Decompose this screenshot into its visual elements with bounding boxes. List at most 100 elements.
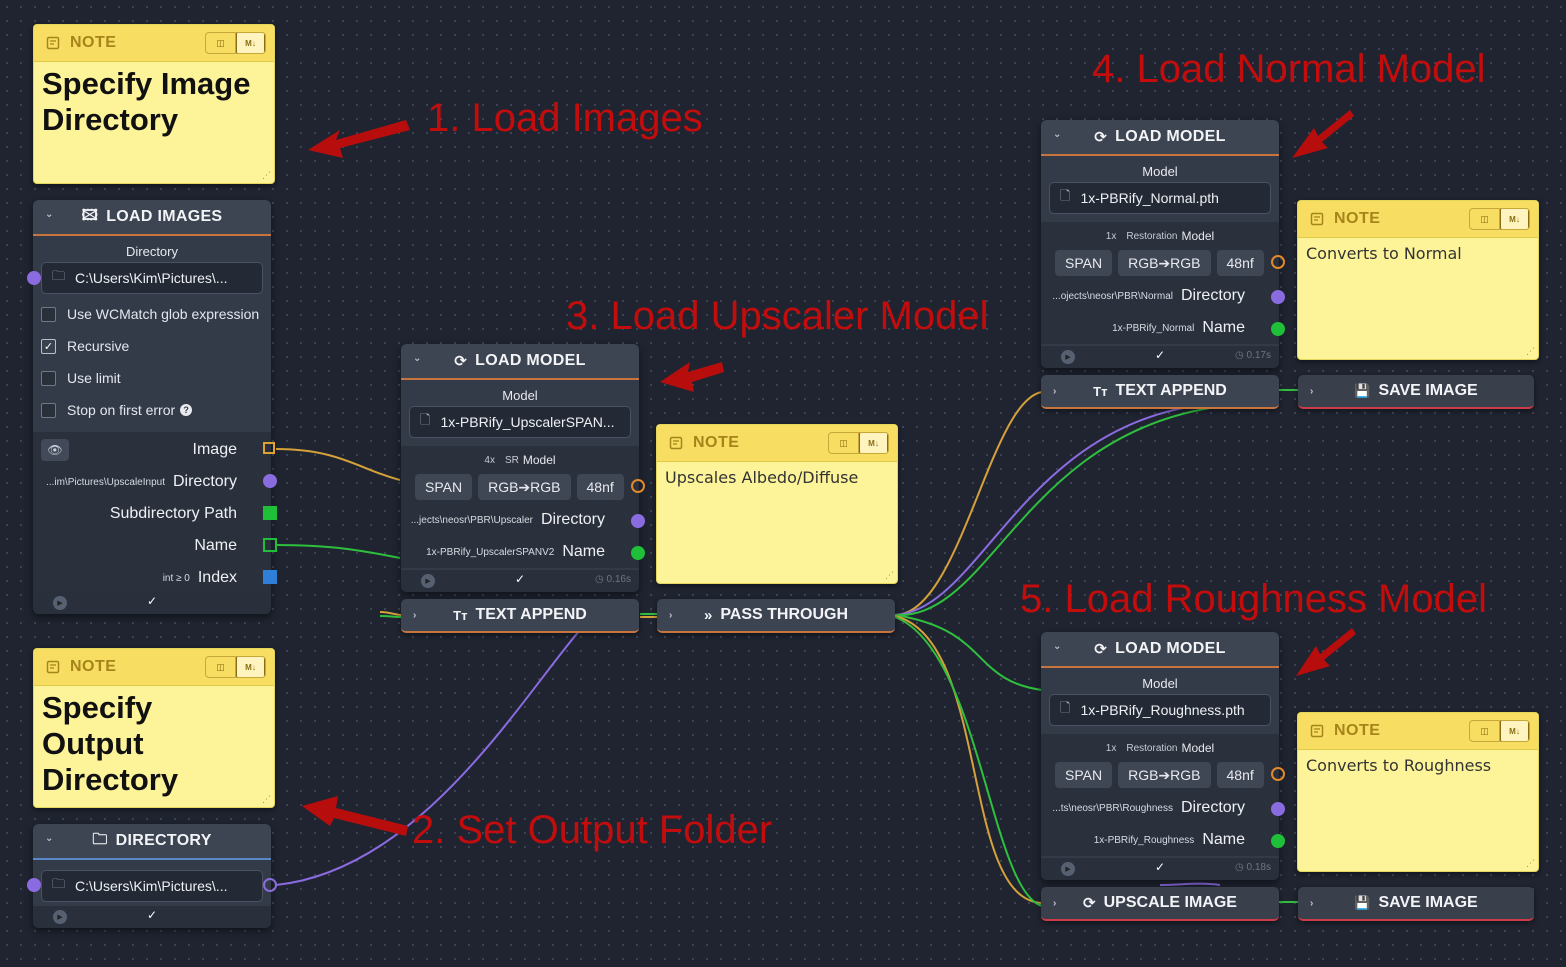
node-header[interactable]: ⌄ 🗀 DIRECTORY (33, 824, 271, 860)
port-model[interactable] (1271, 767, 1285, 781)
model-label: Model (502, 388, 538, 403)
note-normal[interactable]: NOTE ◫ M↓ Converts to Normal ⋰ (1297, 200, 1539, 360)
chip-arch: SPAN (1055, 250, 1113, 276)
load-model-roughness-node[interactable]: ⌄ ⟳ LOAD MODEL Model 🗋 1x-PBRify_Roughne… (1041, 632, 1279, 880)
play-icon[interactable]: ▶ (421, 574, 435, 588)
save-image-node-2[interactable]: › 💾 SAVE IMAGE (1298, 887, 1534, 921)
note-output-directory[interactable]: NOTE ◫ M↓ Specify Output Directory ⋰ (33, 648, 275, 808)
markdown-icon[interactable]: M↓ (1499, 721, 1529, 741)
node-header[interactable]: ⌄ ⟳ LOAD MODEL (1041, 632, 1279, 668)
port-directory-input[interactable] (27, 271, 41, 285)
expand-chevron-icon[interactable]: › (1310, 386, 1313, 397)
play-icon[interactable]: ▶ (53, 596, 67, 610)
expand-chevron-icon[interactable]: › (413, 610, 416, 621)
play-icon[interactable]: ▶ (53, 910, 67, 924)
collapse-chevron-icon[interactable]: ⌄ (45, 209, 54, 220)
note-view-toggle[interactable]: ◫ M↓ (205, 32, 266, 54)
note-image-directory[interactable]: NOTE ◫ M↓ Specify Image Directory ⋰ (33, 24, 275, 184)
port-name[interactable] (1271, 322, 1285, 336)
option-use-limit[interactable]: Use limit (33, 362, 271, 394)
upscale-image-node[interactable]: › ⟳ UPSCALE IMAGE (1041, 887, 1279, 921)
directory-input[interactable]: 🗀 C:\Users\Kim\Pictures\... (41, 870, 263, 902)
resize-handle-icon[interactable]: ⋰ (262, 170, 271, 181)
port-directory-in[interactable] (27, 878, 41, 892)
text-append-node-2[interactable]: › Tт TEXT APPEND (1041, 375, 1279, 409)
expand-chevron-icon[interactable]: › (669, 610, 672, 621)
eye-icon[interactable]: 👁 (41, 439, 69, 461)
text-append-node-1[interactable]: › Tт TEXT APPEND (401, 599, 639, 633)
expand-chevron-icon[interactable]: › (1310, 898, 1313, 909)
note-view-toggle[interactable]: ◫ M↓ (828, 432, 889, 454)
note-text[interactable]: Converts to Normal (1298, 238, 1538, 269)
collapse-chevron-icon[interactable]: ⌄ (1053, 641, 1062, 652)
collapse-chevron-icon[interactable]: ⌄ (1053, 129, 1062, 140)
option-glob[interactable]: Use WCMatch glob expression (33, 298, 271, 330)
note-text[interactable]: Specify Output Directory (34, 686, 210, 802)
load-images-node[interactable]: ⌄ 🖾 LOAD IMAGES Directory 🗀 C:\Users\Kim… (33, 200, 271, 614)
play-icon[interactable]: ▶ (1061, 350, 1075, 364)
preview-icon[interactable]: ◫ (206, 657, 235, 677)
port-directory[interactable] (1271, 290, 1285, 304)
preview-icon[interactable]: ◫ (1470, 209, 1499, 229)
pass-through-node[interactable]: › » PASS THROUGH (657, 599, 895, 633)
load-model-upscaler-node[interactable]: ⌄ ⟳ LOAD MODEL Model 🗋 1x-PBRify_Upscale… (401, 344, 639, 592)
model-file-input[interactable]: 🗋 1x-PBRify_Roughness.pth (1049, 694, 1271, 726)
port-name[interactable] (631, 546, 645, 560)
note-text[interactable]: Converts to Roughness (1298, 750, 1538, 781)
save-image-node-1[interactable]: › 💾 SAVE IMAGE (1298, 375, 1534, 409)
option-recursive[interactable]: ✓ Recursive (33, 330, 271, 362)
note-text[interactable]: Upscales Albedo/Diffuse (657, 462, 897, 493)
node-title: LOAD MODEL (1115, 128, 1226, 145)
expand-chevron-icon[interactable]: › (1053, 386, 1056, 397)
help-icon[interactable]: ? (180, 404, 193, 416)
note-roughness[interactable]: NOTE ◫ M↓ Converts to Roughness ⋰ (1297, 712, 1539, 872)
markdown-icon[interactable]: M↓ (858, 433, 888, 453)
resize-handle-icon[interactable]: ⋰ (885, 570, 894, 581)
markdown-icon[interactable]: M↓ (1499, 209, 1529, 229)
collapse-chevron-icon[interactable]: ⌄ (45, 833, 54, 844)
model-file-input[interactable]: 🗋 1x-PBRify_Normal.pth (1049, 182, 1271, 214)
directory-input[interactable]: 🗀 C:\Users\Kim\Pictures\... (41, 262, 263, 294)
port-model[interactable] (631, 479, 645, 493)
port-directory[interactable] (1271, 802, 1285, 816)
checkbox[interactable] (41, 370, 56, 386)
folder-icon: 🗀 (92, 830, 108, 848)
load-model-normal-node[interactable]: ⌄ ⟳ LOAD MODEL Model 🗋 1x-PBRify_Normal.… (1041, 120, 1279, 368)
directory-node[interactable]: ⌄ 🗀 DIRECTORY 🗀 C:\Users\Kim\Pictures\..… (33, 824, 271, 928)
port-name[interactable] (1271, 834, 1285, 848)
note-view-toggle[interactable]: ◫ M↓ (1469, 208, 1530, 230)
node-header[interactable]: ⌄ 🖾 LOAD IMAGES (33, 200, 271, 236)
play-icon[interactable]: ▶ (1061, 862, 1075, 876)
expand-chevron-icon[interactable]: › (1053, 898, 1056, 909)
note-view-toggle[interactable]: ◫ M↓ (1469, 720, 1530, 742)
port-directory-out[interactable] (263, 878, 277, 892)
checkbox[interactable] (41, 306, 56, 322)
markdown-icon[interactable]: M↓ (235, 33, 265, 53)
file-icon: 🗋 (420, 412, 431, 427)
note-upscales[interactable]: NOTE ◫ M↓ Upscales Albedo/Diffuse ⋰ (656, 424, 898, 584)
preview-icon[interactable]: ◫ (1470, 721, 1499, 741)
note-view-toggle[interactable]: ◫ M↓ (205, 656, 266, 678)
port-image[interactable] (263, 442, 275, 454)
node-header[interactable]: ⌄ ⟳ LOAD MODEL (401, 344, 639, 380)
port-model[interactable] (1271, 255, 1285, 269)
preview-icon[interactable]: ◫ (206, 33, 235, 53)
resize-handle-icon[interactable]: ⋰ (1526, 346, 1535, 357)
resize-handle-icon[interactable]: ⋰ (262, 794, 271, 805)
preview-icon[interactable]: ◫ (829, 433, 858, 453)
collapse-chevron-icon[interactable]: ⌄ (413, 353, 422, 364)
port-index[interactable] (263, 570, 277, 584)
resize-handle-icon[interactable]: ⋰ (1526, 858, 1535, 869)
port-subdirectory[interactable] (263, 506, 277, 520)
port-directory[interactable] (263, 474, 277, 488)
checkbox[interactable] (41, 402, 56, 418)
note-text[interactable]: Specify Image Directory (34, 62, 274, 142)
node-header[interactable]: ⌄ ⟳ LOAD MODEL (1041, 120, 1279, 156)
model-file-input[interactable]: 🗋 1x-PBRify_UpscalerSPAN... (409, 406, 631, 438)
port-directory[interactable] (631, 514, 645, 528)
output-subdirectory: Subdirectory Path (109, 505, 237, 522)
option-stop-on-error[interactable]: Stop on first error ? (33, 394, 271, 426)
port-name[interactable] (263, 538, 277, 552)
checkbox-checked[interactable]: ✓ (41, 338, 56, 354)
markdown-icon[interactable]: M↓ (235, 657, 265, 677)
